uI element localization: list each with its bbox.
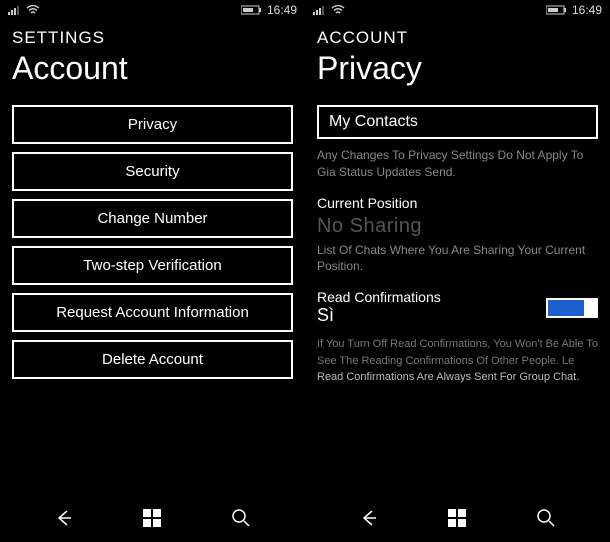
status-bar: 16:49 xyxy=(305,0,610,18)
battery-icon xyxy=(241,5,263,15)
read-confirmations-toggle[interactable] xyxy=(546,298,598,318)
back-button[interactable] xyxy=(349,498,389,538)
privacy-button[interactable]: Privacy xyxy=(12,105,293,144)
screen-settings-account: 16:49 SETTINGS Account Privacy Security … xyxy=(0,0,305,542)
contacts-hint: Any Changes To Privacy Settings Do Not A… xyxy=(317,147,598,181)
breadcrumb: ACCOUNT xyxy=(317,28,598,48)
request-account-info-button[interactable]: Request Account Information xyxy=(12,293,293,332)
status-time: 16:49 xyxy=(267,3,297,17)
page-title: Account xyxy=(12,50,293,87)
hint-line-1: If You Turn Off Read Confirmations, You … xyxy=(317,338,598,367)
change-number-button[interactable]: Change Number xyxy=(12,199,293,238)
back-button[interactable] xyxy=(44,498,84,538)
nav-bar xyxy=(305,494,610,542)
signal-icon xyxy=(313,5,327,15)
status-time: 16:49 xyxy=(572,3,602,17)
contacts-select[interactable]: My Contacts xyxy=(317,105,598,139)
hint-line-2: Read Confirmations Are Always Sent For G… xyxy=(317,371,579,383)
current-position-label: Current Position xyxy=(317,195,598,211)
search-button[interactable] xyxy=(526,498,566,538)
screen-privacy: 16:49 ACCOUNT Privacy My Contacts Any Ch… xyxy=(305,0,610,542)
two-step-verification-button[interactable]: Two-step Verification xyxy=(12,246,293,285)
breadcrumb: SETTINGS xyxy=(12,28,293,48)
content-area: SETTINGS Account Privacy Security Change… xyxy=(0,18,305,494)
battery-icon xyxy=(546,5,568,15)
signal-icon xyxy=(8,5,22,15)
start-button[interactable] xyxy=(437,498,477,538)
current-position-value[interactable]: No Sharing xyxy=(317,215,598,238)
read-confirmations-hint: If You Turn Off Read Confirmations, You … xyxy=(317,336,598,386)
content-area: ACCOUNT Privacy My Contacts Any Changes … xyxy=(305,18,610,494)
start-button[interactable] xyxy=(132,498,172,538)
read-confirmations-label: Read Confirmations xyxy=(317,289,441,305)
search-button[interactable] xyxy=(221,498,261,538)
wifi-icon xyxy=(331,5,345,15)
read-confirmations-value: Sì xyxy=(317,305,441,326)
delete-account-button[interactable]: Delete Account xyxy=(12,340,293,379)
current-position-hint: List Of Chats Where You Are Sharing Your… xyxy=(317,242,598,276)
security-button[interactable]: Security xyxy=(12,152,293,191)
wifi-icon xyxy=(26,5,40,15)
status-bar: 16:49 xyxy=(0,0,305,18)
page-title: Privacy xyxy=(317,50,598,87)
nav-bar xyxy=(0,494,305,542)
